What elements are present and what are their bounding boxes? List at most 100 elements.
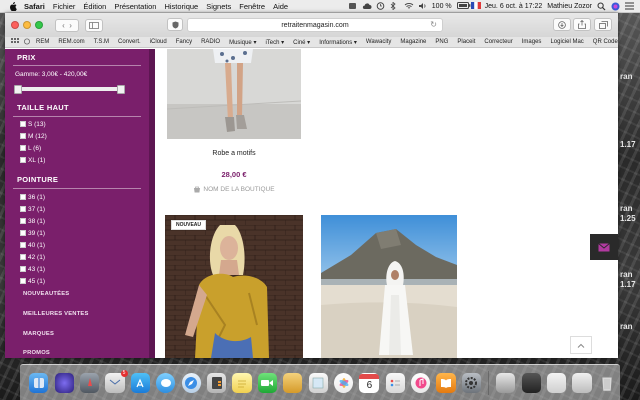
menu-fichier[interactable]: Fichier: [53, 2, 76, 11]
size-option[interactable]: S (13): [20, 120, 46, 128]
bookmark-item[interactable]: Convert.: [118, 39, 141, 45]
shoe-size-option[interactable]: 40 (1): [20, 241, 45, 249]
nav-link-meilleures-ventes[interactable]: MEILLEURES VENTES: [23, 311, 89, 317]
price-slider-min-handle[interactable]: [14, 84, 22, 94]
bookmark-item[interactable]: Magazine: [400, 39, 426, 45]
script-editor-icon[interactable]: [496, 372, 516, 393]
sidebar-toggle-button[interactable]: [85, 18, 103, 32]
checkbox[interactable]: [20, 278, 26, 284]
menu-historique[interactable]: Historique: [164, 2, 198, 11]
shoe-size-option[interactable]: 43 (1): [20, 265, 45, 273]
search-icon[interactable]: [597, 2, 606, 11]
grid-icon[interactable]: [11, 37, 19, 47]
bookmark-folder-cine[interactable]: Ciné ▾: [293, 39, 310, 46]
notification-center-icon[interactable]: [625, 2, 634, 10]
price-slider-track[interactable]: [18, 87, 121, 91]
close-window-button[interactable]: [11, 21, 19, 29]
menu-aide[interactable]: Aide: [273, 2, 288, 11]
checkbox[interactable]: [20, 133, 26, 139]
checkbox[interactable]: [20, 206, 26, 212]
minimize-window-button[interactable]: [23, 21, 31, 29]
app-store-icon[interactable]: [130, 372, 150, 393]
reload-icon[interactable]: ↻: [430, 20, 437, 29]
calendar-icon[interactable]: 6: [359, 372, 380, 393]
calculator-icon[interactable]: [206, 372, 227, 393]
folder-stack-icon[interactable]: [572, 372, 592, 393]
bookmark-item[interactable]: PNG: [435, 39, 448, 45]
product-image[interactable]: NOUVEAU: [165, 215, 303, 358]
trash-icon[interactable]: [598, 373, 617, 393]
preview-icon[interactable]: [308, 372, 328, 393]
flag-icon[interactable]: [470, 2, 481, 10]
bookmark-item[interactable]: QR Code: [593, 39, 618, 45]
privacy-button[interactable]: [167, 18, 183, 31]
shoe-size-option[interactable]: 36 (1): [20, 193, 45, 201]
checkbox[interactable]: [20, 230, 26, 236]
bluetooth-icon[interactable]: [390, 1, 399, 11]
zoom-window-button[interactable]: [35, 21, 43, 29]
size-option[interactable]: XL (1): [20, 156, 45, 164]
documents-stack-icon[interactable]: [546, 372, 567, 393]
checkbox[interactable]: [20, 121, 26, 127]
wifi-icon[interactable]: [404, 2, 414, 10]
photos-icon[interactable]: [333, 372, 354, 393]
checkbox[interactable]: [20, 254, 26, 260]
reading-list-icon[interactable]: [24, 38, 32, 47]
checkbox[interactable]: [20, 218, 26, 224]
share-button[interactable]: [573, 18, 591, 31]
bookmark-item[interactable]: REM: [36, 39, 49, 45]
finder-icon[interactable]: [29, 372, 49, 393]
bookmark-item[interactable]: Placeit: [457, 39, 475, 45]
checkbox[interactable]: [20, 242, 26, 248]
price-slider-max-handle[interactable]: [117, 84, 125, 94]
launchpad-icon[interactable]: [79, 372, 100, 393]
checkbox[interactable]: [20, 145, 26, 151]
menu-app-name[interactable]: Safari: [24, 2, 45, 11]
nav-link-marques[interactable]: MARQUES: [23, 331, 54, 337]
shoe-size-option[interactable]: 39 (1): [20, 229, 45, 237]
downloads-stack-icon[interactable]: [521, 372, 541, 393]
system-preferences-icon[interactable]: [461, 372, 481, 393]
menu-edition[interactable]: Édition: [83, 2, 106, 11]
bookmark-folder-informations[interactable]: Informations ▾: [319, 39, 357, 46]
menu-presentation[interactable]: Présentation: [114, 2, 156, 11]
checkbox[interactable]: [20, 266, 26, 272]
bookmark-item[interactable]: Images: [522, 39, 542, 45]
product-image[interactable]: [321, 215, 457, 358]
scroll-to-top-button[interactable]: [570, 336, 592, 354]
itunes-icon[interactable]: [410, 372, 431, 393]
back-icon[interactable]: ‹: [62, 21, 65, 30]
shoe-size-option[interactable]: 38 (1): [20, 217, 45, 225]
status-app-icon[interactable]: [348, 2, 357, 10]
apple-icon[interactable]: [8, 1, 18, 11]
bookmark-item[interactable]: Wawacity: [366, 39, 391, 45]
bookmark-item[interactable]: Correcteur: [484, 39, 512, 45]
size-option[interactable]: M (12): [20, 132, 47, 140]
bookmark-item[interactable]: Logiciel Mac: [550, 39, 583, 45]
photo-app-icon[interactable]: [283, 372, 303, 393]
battery-icon[interactable]: [456, 2, 471, 10]
siri-app-icon[interactable]: [54, 372, 74, 393]
bookmark-item[interactable]: REM.com: [58, 39, 84, 45]
checkbox[interactable]: [20, 194, 26, 200]
forward-icon[interactable]: ›: [69, 21, 72, 30]
product-shop[interactable]: NOM DE LA BOUTIQUE: [167, 186, 301, 193]
url-text[interactable]: retraitenmagasin.com: [281, 22, 348, 29]
menu-user[interactable]: Mathieu Zozor: [547, 3, 592, 10]
cloud-icon[interactable]: [362, 2, 372, 10]
safari-icon[interactable]: [181, 372, 201, 393]
address-bar[interactable]: retraitenmagasin.com ↻: [187, 18, 443, 32]
downloads-button[interactable]: [553, 18, 571, 31]
product-image[interactable]: [167, 49, 301, 139]
battery-percent[interactable]: 100 %: [432, 3, 452, 10]
bookmark-item[interactable]: T.S.M: [94, 39, 109, 45]
bookmark-item[interactable]: iCloud: [150, 39, 167, 45]
back-forward-buttons[interactable]: ‹ ›: [55, 18, 79, 32]
menu-clock[interactable]: Jeu. 6 oct. à 17:22: [485, 3, 543, 10]
bookmark-folder-musique[interactable]: Musique ▾: [229, 39, 256, 46]
bookmark-folder-itech[interactable]: iTech ▾: [265, 39, 284, 46]
menu-fenetre[interactable]: Fenêtre: [239, 2, 265, 11]
messages-icon[interactable]: [156, 372, 176, 393]
notes-icon[interactable]: [232, 372, 252, 393]
tabs-overview-button[interactable]: [594, 18, 612, 31]
